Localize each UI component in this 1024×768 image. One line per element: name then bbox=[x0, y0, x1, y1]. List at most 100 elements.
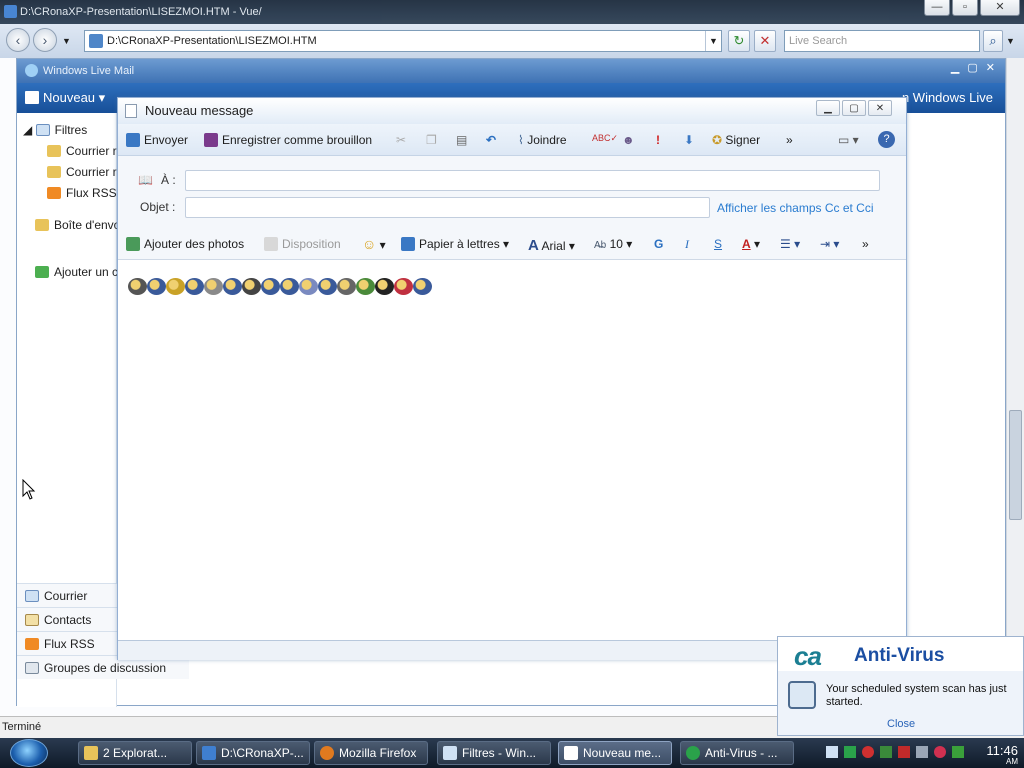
toolbar-more-button[interactable]: » bbox=[786, 133, 793, 147]
stationery-label: Papier à lettres bbox=[419, 237, 500, 251]
person-emoticon-icon bbox=[261, 278, 280, 295]
moon-emoticon-icon bbox=[299, 278, 318, 295]
list-button[interactable]: ☰ ▾ bbox=[780, 237, 800, 251]
task-antivirus[interactable]: Anti-Virus - ... bbox=[680, 741, 794, 765]
tray-update-icon[interactable] bbox=[898, 746, 910, 758]
sidebar-item-mail1[interactable]: Courrier r bbox=[47, 144, 117, 158]
show-cc-bcc-link[interactable]: Afficher les champs Cc et Cci bbox=[717, 201, 874, 215]
task-ie[interactable]: D:\CRonaXP-... bbox=[196, 741, 310, 765]
help-icon[interactable]: ? bbox=[878, 131, 895, 148]
message-icon bbox=[125, 104, 137, 118]
rss-icon bbox=[25, 638, 39, 650]
contacts-icon bbox=[25, 614, 39, 626]
layout-button[interactable]: Disposition bbox=[264, 237, 341, 251]
low-priority-icon[interactable]: ⬇ bbox=[684, 133, 694, 147]
tray-battery-icon[interactable] bbox=[952, 746, 964, 758]
clock[interactable]: 11:46 AM bbox=[986, 744, 1018, 767]
minimize-button[interactable]: — bbox=[924, 0, 950, 16]
outbox-icon bbox=[35, 219, 49, 231]
wlm-maximize-button[interactable]: ▢ bbox=[967, 61, 977, 74]
cat-emoticon-icon bbox=[242, 278, 261, 295]
font-select[interactable]: A Arial ▾ bbox=[528, 237, 575, 254]
check-names-icon[interactable]: ☻ bbox=[622, 133, 635, 147]
maximize-button[interactable]: ▫ bbox=[952, 0, 978, 16]
paperclip-icon: ⌇ bbox=[518, 133, 528, 147]
to-field[interactable] bbox=[185, 170, 880, 191]
subject-label: Objet : bbox=[140, 200, 176, 214]
font-color-button[interactable]: A ▾ bbox=[742, 237, 760, 251]
history-dropdown-icon[interactable]: ▼ bbox=[62, 36, 71, 46]
task-explorer[interactable]: 2 Explorat... bbox=[78, 741, 192, 765]
task-new-message[interactable]: Nouveau me... bbox=[558, 741, 672, 765]
tray-volume-icon[interactable] bbox=[916, 746, 928, 758]
back-icon[interactable]: ‹ bbox=[6, 28, 30, 52]
tray-alert-icon[interactable] bbox=[862, 746, 874, 758]
notification-close-link[interactable]: Close bbox=[887, 718, 915, 730]
save-draft-button[interactable]: Enregistrer comme brouillon bbox=[204, 133, 372, 147]
search-icon[interactable]: ⌕ bbox=[983, 30, 1003, 52]
address-dropdown-icon[interactable]: ▼ bbox=[705, 31, 721, 51]
ie-scrollbar[interactable] bbox=[1006, 58, 1024, 716]
subject-field[interactable] bbox=[185, 197, 710, 218]
tray-network-icon[interactable] bbox=[880, 746, 892, 758]
add-photos-button[interactable]: Ajouter des photos bbox=[126, 237, 244, 251]
search-options-icon[interactable]: ▼ bbox=[1006, 36, 1015, 46]
start-button[interactable] bbox=[10, 739, 48, 767]
close-button[interactable]: ✕ bbox=[980, 0, 1020, 16]
sign-in-link[interactable]: n Windows Live bbox=[902, 90, 993, 105]
font-size-select[interactable]: A̶b 10 ▾ bbox=[594, 237, 632, 251]
indent-button[interactable]: ⇥ ▾ bbox=[820, 237, 839, 251]
sidebar-item-mail2[interactable]: Courrier r bbox=[47, 165, 117, 179]
send-button[interactable]: Envoyer bbox=[126, 133, 188, 147]
send-icon bbox=[126, 133, 140, 147]
bold-button[interactable]: G bbox=[654, 237, 663, 251]
tray-app-icon[interactable] bbox=[934, 746, 946, 758]
wlm-minimize-button[interactable]: ▁ bbox=[951, 61, 959, 74]
wlm-close-button[interactable]: ✕ bbox=[986, 61, 995, 74]
newsgroup-icon bbox=[25, 662, 39, 674]
high-priority-icon[interactable]: ! bbox=[656, 133, 660, 147]
emoticon-button[interactable]: ☺ ▾ bbox=[362, 236, 386, 252]
person-emoticon-icon bbox=[318, 278, 337, 295]
sidebar-item-outbox[interactable]: Boîte d'envo bbox=[35, 218, 120, 232]
new-button[interactable]: Nouveau ▾ bbox=[25, 90, 105, 106]
attach-button[interactable]: ⌇ Joindre bbox=[518, 133, 567, 147]
cut-icon[interactable]: ✂ bbox=[396, 133, 406, 147]
ie-navigation-bar: ‹ › ▼ D:\CRonaXP-Presentation\LISEZMOI.H… bbox=[0, 24, 1024, 58]
scroll-thumb[interactable] bbox=[1009, 410, 1022, 520]
sidebar-item-filters[interactable]: ◢ Filtres bbox=[23, 123, 87, 137]
list-icon: ☰ bbox=[780, 237, 791, 251]
spellcheck-icon[interactable]: ABC✓ bbox=[592, 133, 618, 144]
sidebar-item-rss[interactable]: Flux RSS bbox=[47, 186, 117, 200]
task-filters[interactable]: Filtres - Win... bbox=[437, 741, 551, 765]
copy-icon[interactable]: ❐ bbox=[426, 133, 437, 147]
tray-mail-icon[interactable] bbox=[826, 746, 838, 758]
filter-icon bbox=[35, 124, 50, 136]
forward-icon[interactable]: › bbox=[33, 28, 57, 52]
ie-icon bbox=[202, 746, 216, 760]
address-book-icon[interactable]: 📖 bbox=[138, 173, 153, 187]
underline-button[interactable]: S bbox=[714, 237, 722, 251]
stop-icon[interactable]: ✕ bbox=[754, 30, 776, 52]
menu-icon[interactable]: ▭ ▾ bbox=[838, 133, 859, 147]
sidebar-item-add-account[interactable]: Ajouter un c bbox=[35, 265, 118, 279]
rss-icon bbox=[47, 187, 61, 199]
tray-shield-icon[interactable] bbox=[844, 746, 856, 758]
compose-close-button[interactable]: ✕ bbox=[868, 100, 892, 116]
sidebar-label: Courrier r bbox=[66, 144, 117, 158]
refresh-icon[interactable]: ↻ bbox=[728, 30, 750, 52]
message-body[interactable] bbox=[118, 260, 906, 640]
paste-icon[interactable]: ▤ bbox=[456, 133, 467, 147]
sign-button[interactable]: ✪ Signer bbox=[712, 133, 760, 147]
address-bar[interactable]: D:\CRonaXP-Presentation\LISEZMOI.HTM ▼ bbox=[84, 30, 722, 52]
italic-button[interactable]: I bbox=[685, 237, 689, 252]
ie-app-icon bbox=[4, 5, 17, 18]
search-input[interactable]: Live Search bbox=[784, 30, 980, 52]
task-firefox[interactable]: Mozilla Firefox bbox=[314, 741, 428, 765]
sidebar-label: Courrier r bbox=[66, 165, 117, 179]
compose-minimize-button[interactable]: ▁ bbox=[816, 100, 840, 116]
compose-maximize-button[interactable]: ▢ bbox=[842, 100, 866, 116]
stationery-button[interactable]: Papier à lettres ▾ bbox=[401, 237, 509, 251]
format-more-button[interactable]: » bbox=[862, 237, 869, 251]
undo-icon[interactable]: ↶ bbox=[486, 133, 496, 147]
